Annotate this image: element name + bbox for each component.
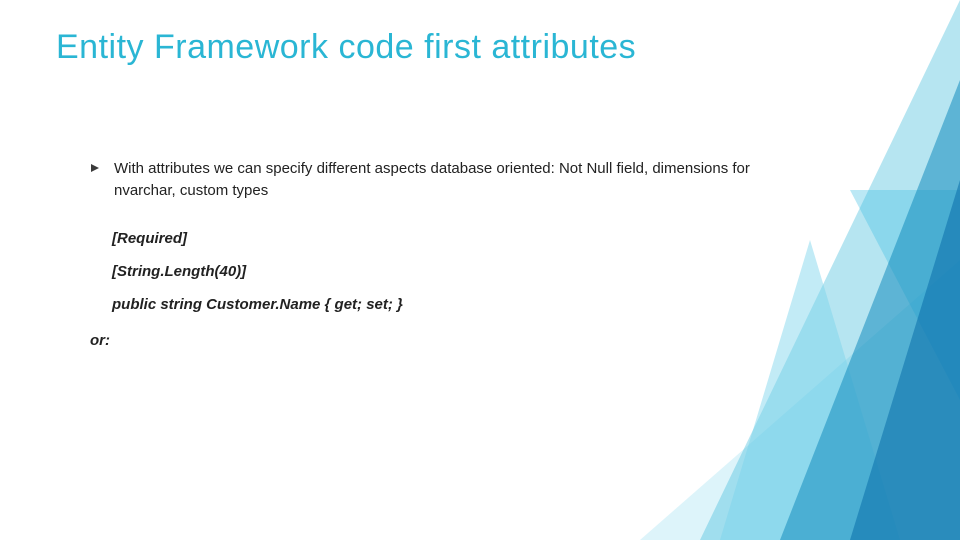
slide: Entity Framework code first attributes W… (0, 0, 960, 540)
slide-title: Entity Framework code first attributes (56, 28, 636, 67)
bullet-arrow-icon (90, 163, 100, 173)
decorative-triangle (850, 190, 960, 400)
decorative-triangle (850, 180, 960, 540)
bullet-item: With attributes we can specify different… (90, 158, 780, 202)
code-line: public string Customer.Name { get; set; … (112, 288, 403, 321)
decorative-triangle (720, 240, 900, 540)
code-example: [Required] [String.Length(40)] public st… (112, 222, 403, 321)
or-label: or: (90, 332, 110, 349)
code-line: [Required] (112, 222, 403, 255)
decorative-triangle (640, 260, 960, 540)
decorative-triangle (700, 0, 960, 540)
code-line: [String.Length(40)] (112, 255, 403, 288)
bullet-text: With attributes we can specify different… (114, 158, 780, 202)
decorative-triangle (780, 80, 960, 540)
